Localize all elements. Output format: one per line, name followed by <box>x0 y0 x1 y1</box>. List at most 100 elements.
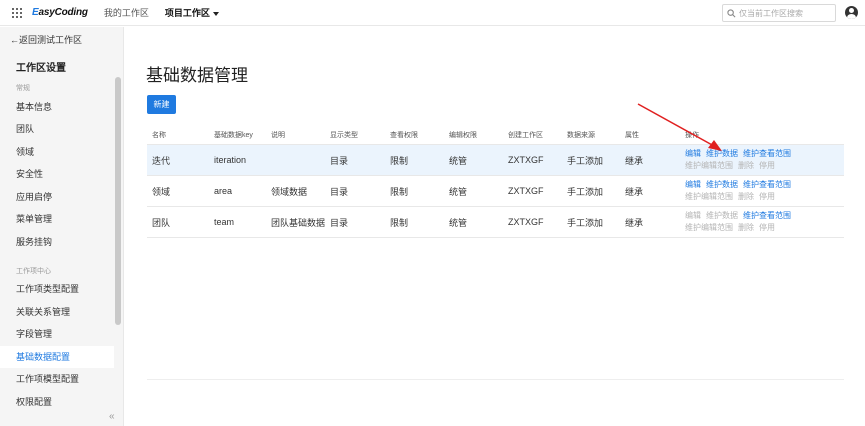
table-row[interactable]: 团队 team 团队基础数据 目录 限制 统管 ZXTXGF 手工添加 继承 编辑 维护数据 维护查看… <box>147 207 844 238</box>
cell-attribute: 继承 <box>625 186 644 197</box>
sidebar-scrollbar[interactable] <box>115 77 121 325</box>
operation-link[interactable]: 维护数据 <box>706 148 738 160</box>
operations-line: 维护编辑范围 删除 停用 <box>685 191 796 203</box>
search-input[interactable] <box>739 8 835 18</box>
operation-link[interactable]: 编辑 <box>685 148 701 160</box>
table-row[interactable]: 领域 area 领域数据 目录 限制 统管 ZXTXGF 手工添加 继承 编辑 维护数据 维护查看范围… <box>147 176 844 207</box>
column-header-created-workspace: 创建工作区 <box>508 132 543 139</box>
back-to-workspace-link[interactable]: ←返回测试工作区 <box>10 33 82 46</box>
cell-created-workspace: ZXTXGF <box>508 217 544 227</box>
user-avatar-icon[interactable] <box>845 6 858 19</box>
nav-project-workspace-label: 项目工作区 <box>164 8 210 18</box>
collapse-sidebar-icon[interactable]: « <box>109 411 115 422</box>
operation-link[interactable]: 维护查看范围 <box>743 210 791 222</box>
sidebar-item-team[interactable]: 团队 <box>0 118 114 140</box>
operation-link[interactable]: 维护编辑范围 <box>685 191 733 203</box>
cell-attribute: 继承 <box>625 155 644 166</box>
sidebar-item-menu-management[interactable]: 菜单管理 <box>0 208 114 230</box>
operation-link[interactable]: 删除 <box>738 191 754 203</box>
sidebar-item-permission-config[interactable]: 权限配置 <box>0 391 114 413</box>
sidebar-item-workitem-type-config[interactable]: 工作项类型配置 <box>0 278 114 300</box>
cell-created-workspace: ZXTXGF <box>508 186 544 196</box>
nav-my-workspace[interactable]: 我的工作区 <box>104 6 149 19</box>
cell-attribute: 继承 <box>625 217 644 228</box>
column-header-attribute: 属性 <box>625 132 639 139</box>
operation-link[interactable]: 停用 <box>759 160 775 172</box>
cell-key: area <box>214 186 233 196</box>
cell-created-workspace: ZXTXGF <box>508 155 544 165</box>
column-header-operations: 操作 <box>685 132 699 139</box>
cell-name: 迭代 <box>152 155 171 166</box>
cell-name: 领域 <box>152 186 171 197</box>
cell-key: iteration <box>214 155 247 165</box>
column-header-key: 基础数据key <box>214 132 253 139</box>
operations-cell: 编辑 维护数据 维护查看范围 维护编辑范围 删除 停用 <box>685 148 796 172</box>
operations-line: 编辑 维护数据 维护查看范围 <box>685 179 796 191</box>
cell-name: 团队 <box>152 217 171 228</box>
cell-description: 领域数据 <box>271 186 308 197</box>
logo-text: EasyCoding <box>32 7 88 18</box>
operation-link[interactable]: 维护查看范围 <box>743 179 791 191</box>
cell-edit-permission: 统管 <box>449 155 468 166</box>
basic-data-table: 名称 基础数据key 说明 显示类型 查看权限 编辑权限 创建工作区 数据来源 … <box>147 126 844 238</box>
column-header-display-type: 显示类型 <box>330 132 358 139</box>
divider <box>147 379 844 380</box>
operation-link[interactable]: 维护查看范围 <box>743 148 791 160</box>
sidebar-item-service-hooks[interactable]: 服务挂钩 <box>0 231 114 253</box>
cell-view-permission: 限制 <box>390 186 409 197</box>
operation-link[interactable]: 维护数据 <box>706 179 738 191</box>
operation-link[interactable]: 编辑 <box>685 179 701 191</box>
operation-link[interactable]: 编辑 <box>685 210 701 222</box>
cell-data-source: 手工添加 <box>567 217 604 228</box>
operation-link[interactable]: 停用 <box>759 222 775 234</box>
sidebar-item-security[interactable]: 安全性 <box>0 163 114 185</box>
operation-link[interactable]: 停用 <box>759 191 775 203</box>
table-row[interactable]: 迭代 iteration 目录 限制 统管 ZXTXGF 手工添加 继承 编辑 维护数据 维护查看范… <box>147 145 844 176</box>
new-button[interactable]: 新建 <box>147 95 176 114</box>
nav-project-workspace[interactable]: 项目工作区 <box>165 6 219 19</box>
cell-key: team <box>214 217 235 227</box>
operations-cell: 编辑 维护数据 维护查看范围 维护编辑范围 删除 停用 <box>685 210 796 234</box>
cell-edit-permission: 统管 <box>449 217 468 228</box>
chevron-down-icon <box>212 11 219 16</box>
operation-link[interactable]: 维护数据 <box>706 210 738 222</box>
page-title: 基础数据管理 <box>146 66 248 85</box>
table-header: 名称 基础数据key 说明 显示类型 查看权限 编辑权限 创建工作区 数据来源 … <box>147 126 844 145</box>
app-grid-icon[interactable] <box>12 7 22 18</box>
operations-cell: 编辑 维护数据 维护查看范围 维护编辑范围 删除 停用 <box>685 179 796 203</box>
cell-view-permission: 限制 <box>390 217 409 228</box>
top-bar: EasyCoding 我的工作区 项目工作区 <box>0 0 865 26</box>
cell-display-type: 目录 <box>330 217 349 228</box>
search-icon <box>727 8 736 17</box>
sidebar-item-app-toggle[interactable]: 应用启停 <box>0 186 114 208</box>
sidebar-item-area[interactable]: 领域 <box>0 141 114 163</box>
cell-data-source: 手工添加 <box>567 155 604 166</box>
logo[interactable]: EasyCoding <box>32 7 88 18</box>
search-box[interactable] <box>722 4 836 22</box>
operation-link[interactable]: 维护编辑范围 <box>685 160 733 172</box>
sidebar-item-field-management[interactable]: 字段管理 <box>0 323 114 345</box>
cell-edit-permission: 统管 <box>449 186 468 197</box>
sidebar: ←返回测试工作区 工作区设置 常规 基本信息 团队 领域 安全性 应用启停 菜单… <box>0 27 124 426</box>
column-header-view-permission: 查看权限 <box>390 132 418 139</box>
group-label-workitem-center: 工作项中心 <box>16 268 51 275</box>
operation-link[interactable]: 维护编辑范围 <box>685 222 733 234</box>
sidebar-item-workitem-model-config[interactable]: 工作项模型配置 <box>0 368 114 390</box>
cell-display-type: 目录 <box>330 186 349 197</box>
column-header-edit-permission: 编辑权限 <box>449 132 477 139</box>
sidebar-item-relation-management[interactable]: 关联关系管理 <box>0 301 114 323</box>
operation-link[interactable]: 删除 <box>738 160 754 172</box>
column-header-description: 说明 <box>271 132 285 139</box>
operations-line: 编辑 维护数据 维护查看范围 <box>685 148 796 160</box>
group-label-general: 常规 <box>16 85 30 92</box>
cell-display-type: 目录 <box>330 155 349 166</box>
cell-view-permission: 限制 <box>390 155 409 166</box>
column-header-data-source: 数据来源 <box>567 132 595 139</box>
operations-line: 维护编辑范围 删除 停用 <box>685 160 796 172</box>
sidebar-item-basic-data-config[interactable]: 基础数据配置 <box>0 346 114 368</box>
operation-link[interactable]: 删除 <box>738 222 754 234</box>
cell-data-source: 手工添加 <box>567 186 604 197</box>
sidebar-item-basic-info[interactable]: 基本信息 <box>0 96 114 118</box>
operations-line: 维护编辑范围 删除 停用 <box>685 222 796 234</box>
operations-line: 编辑 维护数据 维护查看范围 <box>685 210 796 222</box>
